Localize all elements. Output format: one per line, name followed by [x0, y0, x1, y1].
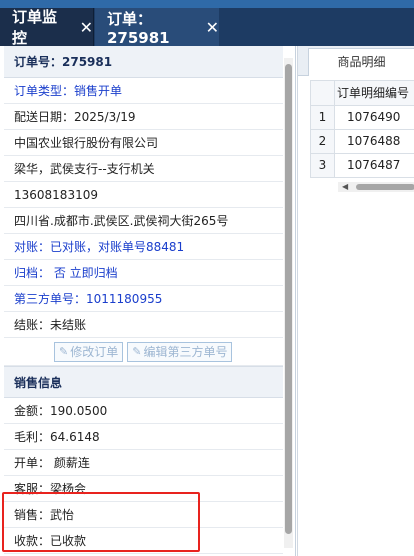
opener: 开单： 颜薪连 [4, 450, 283, 476]
row-number: 1 [311, 106, 335, 129]
tab-label: 订单监控 [12, 8, 58, 47]
table-row[interactable]: 1 1076490 [310, 106, 414, 130]
seller: 销售：武怡 [4, 502, 283, 528]
settle-status: 结账：未结账 [4, 312, 283, 338]
table-row[interactable]: 2 1076488 [310, 130, 414, 154]
column-header-detail-id[interactable]: 订单明细编号 [337, 81, 409, 105]
scroll-left-icon[interactable]: ◀ [342, 182, 348, 192]
edit-icon: ✎ [132, 344, 142, 358]
close-icon[interactable]: ✕ [206, 18, 219, 37]
detail-id: 1076487 [347, 158, 401, 172]
close-icon[interactable]: ✕ [80, 18, 93, 37]
reconcile-status[interactable]: 对账：已对账，对账单号88481 [4, 234, 283, 260]
archive-status[interactable]: 归档： 否 立即归档 [4, 260, 283, 286]
tab-order-monitor[interactable]: 订单监控 ✕ [0, 8, 94, 47]
order-type[interactable]: 订单类型：销售开单 [4, 78, 283, 104]
customer-phone: 13608183109 [4, 182, 283, 208]
profit: 毛利：64.6148 [4, 424, 283, 450]
row-number-header [311, 81, 335, 105]
customer-address: 四川省.成都市.武侯区.武侯祠大街265号 [4, 208, 283, 234]
sales-info-header: 销售信息 [4, 366, 283, 398]
customer-service: 客服：梁杨会 [4, 476, 283, 502]
detail-id: 1076488 [347, 134, 401, 148]
edit-third-party-button[interactable]: ✎ 编辑第三方单号 [127, 341, 233, 362]
row-number: 2 [311, 130, 335, 153]
vertical-scrollbar[interactable] [284, 58, 293, 548]
order-number-header: 订单号：275981 [4, 46, 283, 78]
tab-label: 订单：275981 [107, 9, 170, 47]
customer-branch: 梁华，武侯支行--支行机关 [4, 156, 283, 182]
tab-bar: 订单监控 ✕ 订单：275981 ✕ [0, 8, 414, 47]
customer-bank: 中国农业银行股份有限公司 [4, 130, 283, 156]
edit-order-button[interactable]: ✎ 修改订单 [54, 341, 124, 362]
scroll-thumb[interactable] [285, 64, 292, 534]
edit-icon: ✎ [59, 344, 69, 358]
tab-order-detail[interactable]: 订单：275981 ✕ [95, 8, 219, 47]
row-number: 3 [311, 154, 335, 177]
tab-product-detail[interactable]: 商品明细 [308, 48, 414, 76]
action-buttons: ✎ 修改订单 ✎ 编辑第三方单号 [4, 338, 283, 366]
detail-tabs: 商品明细 [298, 46, 414, 76]
edit-order-label: 修改订单 [70, 344, 119, 359]
detail-id: 1076490 [347, 110, 401, 124]
order-info-panel: 订单号：275981 订单类型：销售开单 配送日期：2025/3/19 中国农业… [0, 46, 296, 556]
collection-status: 收款：已收款 [4, 528, 283, 554]
horizontal-scrollbar[interactable]: ◀ [338, 182, 414, 192]
third-party-number[interactable]: 第三方单号：1011180955 [4, 286, 283, 312]
delivery-date: 配送日期：2025/3/19 [4, 104, 283, 130]
product-detail-panel: 商品明细 订单明细编号 1 1076490 2 1076488 3 107648… [297, 46, 414, 556]
table-row[interactable]: 3 1076487 [310, 154, 414, 178]
scroll-thumb[interactable] [356, 184, 414, 190]
edit-third-party-label: 编辑第三方单号 [143, 344, 228, 359]
amount: 金额：190.0500 [4, 398, 283, 424]
grid-header: 订单明细编号 [310, 80, 414, 106]
